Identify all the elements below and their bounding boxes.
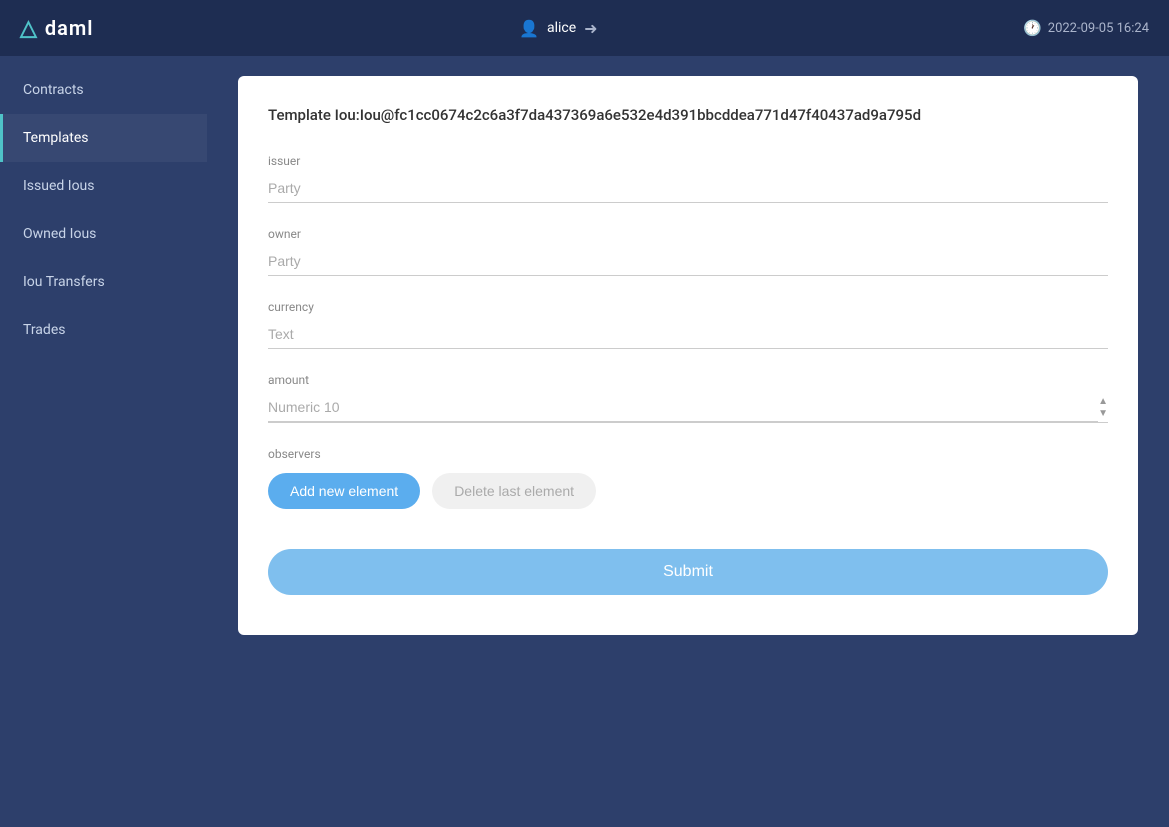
sidebar-item-templates[interactable]: Templates [0,114,207,162]
submit-button[interactable]: Submit [268,549,1108,595]
observers-section: observers Add new element Delete last el… [268,447,1108,509]
user-icon: 👤 [519,19,539,38]
observers-buttons: Add new element Delete last element [268,473,1108,509]
spinner-down-icon[interactable]: ▼ [1098,408,1108,420]
currency-input[interactable] [268,320,1108,349]
app-header: △ daml 👤 alice ➜ 🕐 2022-09-05 16:24 [0,0,1169,56]
amount-label: amount [268,373,1108,387]
amount-wrapper: ▲ ▼ [268,393,1108,423]
sidebar: Contracts Templates Issued Ious Owned Io… [0,56,207,827]
datetime-label: 2022-09-05 16:24 [1048,21,1149,36]
issuer-label: issuer [268,154,1108,168]
clock-icon: 🕐 [1023,19,1042,37]
sidebar-item-issued-ious[interactable]: Issued Ious [0,162,207,210]
datetime-area: 🕐 2022-09-05 16:24 [1023,19,1149,37]
owner-label: owner [268,227,1108,241]
issuer-field: issuer [268,154,1108,203]
daml-logo-icon: △ [20,16,37,41]
spinner-up-icon[interactable]: ▲ [1098,396,1108,408]
logout-icon[interactable]: ➜ [584,19,597,38]
delete-element-button[interactable]: Delete last element [432,473,596,509]
sidebar-item-iou-transfers[interactable]: Iou Transfers [0,258,207,306]
amount-spinner[interactable]: ▲ ▼ [1098,396,1108,420]
logo-area: △ daml [20,16,94,41]
amount-input[interactable] [268,393,1098,422]
currency-field: currency [268,300,1108,349]
username-label: alice [547,20,576,36]
issuer-input[interactable] [268,174,1108,203]
logo-text: daml [45,16,94,40]
observers-label: observers [268,447,1108,461]
owner-input[interactable] [268,247,1108,276]
currency-label: currency [268,300,1108,314]
form-card: Template Iou:Iou@fc1cc0674c2c6a3f7da4373… [238,76,1138,635]
owner-field: owner [268,227,1108,276]
form-title: Template Iou:Iou@fc1cc0674c2c6a3f7da4373… [268,106,1108,124]
sidebar-item-owned-ious[interactable]: Owned Ious [0,210,207,258]
sidebar-item-contracts[interactable]: Contracts [0,66,207,114]
user-info: 👤 alice ➜ [519,19,598,38]
main-content: Template Iou:Iou@fc1cc0674c2c6a3f7da4373… [207,56,1169,827]
amount-field: amount ▲ ▼ [268,373,1108,423]
sidebar-item-trades[interactable]: Trades [0,306,207,354]
add-element-button[interactable]: Add new element [268,473,420,509]
